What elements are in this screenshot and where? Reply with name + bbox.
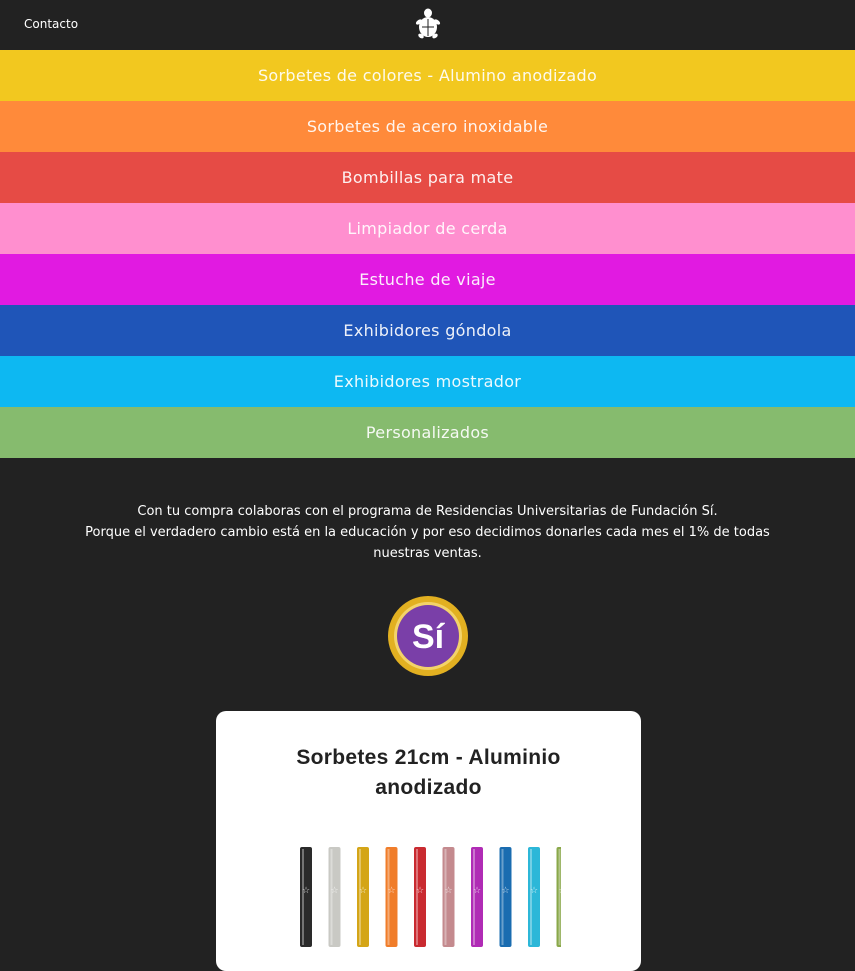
menu-item-label: Sorbetes de colores - Alumino anodizado [257,66,598,85]
menu-item-estuche-viaje[interactable]: Estuche de viaje [0,254,855,305]
straw [471,847,483,947]
donation-line-1: Con tu compra colaboras con el programa … [137,504,718,519]
menu-item-label: Limpiador de cerda [347,219,508,238]
straw-engraving-icon: ☆ [444,886,452,896]
turtle-icon[interactable] [413,8,443,42]
menu-item-exhibidores-gondola[interactable]: Exhibidores góndola [0,305,855,356]
straw-highlight [416,849,418,945]
straw-engraving-icon: ☆ [558,886,561,896]
fundacion-si-logo: Sí [0,594,855,678]
menu-item-label: Exhibidores mostrador [333,372,522,391]
straw-engraving-icon: ☆ [530,886,538,896]
straw-engraving-icon: ☆ [330,886,338,896]
straw [499,847,512,947]
donation-message: Con tu compra colaboras con el programa … [0,501,855,564]
straw [442,847,455,947]
menu-item-sorbetes-acero[interactable]: Sorbetes de acero inoxidable [0,101,855,152]
straw-highlight [444,849,447,945]
straw-engraving-icon: ☆ [501,886,509,896]
straw-engraving-icon: ☆ [302,886,310,896]
product-title: Sorbetes 21cm - Aluminio anodizado [296,746,561,799]
menu-item-label: Personalizados [365,423,490,442]
menu-item-bombillas-mate[interactable]: Bombillas para mate [0,152,855,203]
straw-engraving-icon: ☆ [416,886,424,896]
product-card[interactable]: Sorbetes 21cm - Aluminio anodizado ☆ ☆ ☆ ☆ ☆… [216,711,641,971]
straw-highlight [501,849,504,945]
donation-line-2: Porque el verdadero cambio está en la ed… [85,525,770,561]
straw-highlight [473,849,475,945]
straw [385,847,398,947]
straw [528,847,540,947]
straw [328,847,341,947]
straw-highlight [530,849,532,945]
menu-item-label: Estuche de viaje [359,270,496,289]
straw-engraving-icon: ☆ [387,886,395,896]
menu-item-personalizados[interactable]: Personalizados [0,407,855,458]
straw [414,847,426,947]
menu-item-label: Sorbetes de acero inoxidable [306,117,549,136]
menu-item-exhibidores-mostrador[interactable]: Exhibidores mostrador [0,356,855,407]
straw-highlight [387,849,390,945]
straw-highlight [302,849,304,945]
menu-item-label: Bombillas para mate [341,168,514,187]
straw-highlight [330,849,333,945]
straw-highlight [558,849,561,945]
straw [357,847,369,947]
menu-item-label: Exhibidores góndola [343,321,512,340]
top-navbar: Contacto [0,0,855,50]
contact-link[interactable]: Contacto [24,17,78,31]
product-image: ☆ ☆ ☆ ☆ ☆ ☆ ☆ ☆ ☆ ☆ [300,847,561,947]
menu-item-sorbetes-colores[interactable]: Sorbetes de colores - Alumino anodizado [0,50,855,101]
seal-text: Sí [411,618,445,656]
straw [300,847,312,947]
category-menu: Sorbetes de colores - Alumino anodizado … [0,50,855,458]
straw-engraving-icon: ☆ [359,886,367,896]
straw-highlight [359,849,361,945]
menu-item-limpiador-cerda[interactable]: Limpiador de cerda [0,203,855,254]
straw-engraving-icon: ☆ [473,886,481,896]
